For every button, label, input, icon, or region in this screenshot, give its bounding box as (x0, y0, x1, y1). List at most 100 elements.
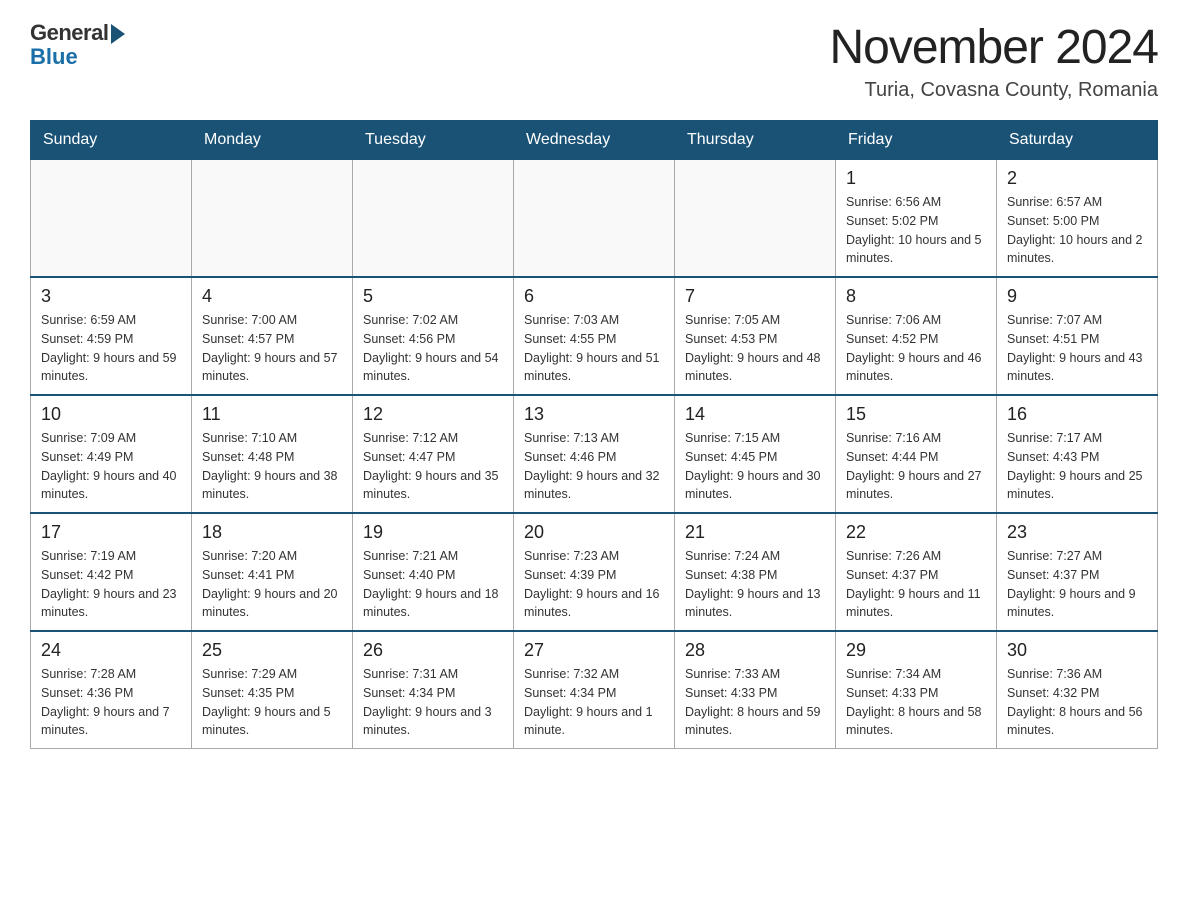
calendar-cell: 21 Sunrise: 7:24 AMSunset: 4:38 PMDayligh… (675, 513, 836, 631)
day-number: 12 (363, 404, 503, 425)
day-info: Sunrise: 7:27 AMSunset: 4:37 PMDaylight:… (1007, 547, 1147, 622)
day-info: Sunrise: 7:33 AMSunset: 4:33 PMDaylight:… (685, 665, 825, 740)
day-number: 21 (685, 522, 825, 543)
day-number: 15 (846, 404, 986, 425)
calendar-cell: 6Sunrise: 7:03 AMSunset: 4:55 PMDaylight… (514, 277, 675, 395)
day-info: Sunrise: 7:05 AMSunset: 4:53 PMDaylight:… (685, 311, 825, 386)
day-info: Sunrise: 7:29 AMSunset: 4:35 PMDaylight:… (202, 665, 342, 740)
day-number: 26 (363, 640, 503, 661)
logo-general-text: General (30, 20, 108, 46)
day-number: 28 (685, 640, 825, 661)
day-info: Sunrise: 7:10 AMSunset: 4:48 PMDaylight:… (202, 429, 342, 504)
day-info: Sunrise: 7:16 AMSunset: 4:44 PMDaylight:… (846, 429, 986, 504)
page-header: General Blue November 2024 Turia, Covasn… (30, 20, 1158, 102)
title-section: November 2024 Turia, Covasna County, Rom… (829, 20, 1158, 102)
day-number: 7 (685, 286, 825, 307)
day-info: Sunrise: 7:13 AMSunset: 4:46 PMDaylight:… (524, 429, 664, 504)
calendar-cell: 10 Sunrise: 7:09 AMSunset: 4:49 PMDayligh… (31, 395, 192, 513)
calendar-cell: 8 Sunrise: 7:06 AMSunset: 4:52 PMDaylight… (836, 277, 997, 395)
day-info: Sunrise: 7:34 AMSunset: 4:33 PMDaylight:… (846, 665, 986, 740)
calendar-header-row: SundayMondayTuesdayWednesdayThursdayFrid… (31, 121, 1158, 160)
day-info: Sunrise: 7:12 AMSunset: 4:47 PMDaylight:… (363, 429, 503, 504)
calendar-cell (353, 160, 514, 278)
day-info: Sunrise: 6:56 AMSunset: 5:02 PMDaylight:… (846, 193, 986, 268)
day-number: 10 (41, 404, 181, 425)
day-number: 14 (685, 404, 825, 425)
day-info: Sunrise: 7:23 AMSunset: 4:39 PMDaylight:… (524, 547, 664, 622)
day-number: 20 (524, 522, 664, 543)
calendar-week-row: 1 Sunrise: 6:56 AMSunset: 5:02 PMDaylight… (31, 160, 1158, 278)
calendar-cell: 26 Sunrise: 7:31 AMSunset: 4:34 PMDayligh… (353, 631, 514, 749)
day-number: 1 (846, 168, 986, 189)
day-number: 17 (41, 522, 181, 543)
day-info: Sunrise: 7:36 AMSunset: 4:32 PMDaylight:… (1007, 665, 1147, 740)
calendar-cell: 24 Sunrise: 7:28 AMSunset: 4:36 PMDayligh… (31, 631, 192, 749)
day-info: Sunrise: 7:28 AMSunset: 4:36 PMDaylight:… (41, 665, 181, 740)
day-of-week-header: Tuesday (353, 121, 514, 160)
calendar-week-row: 17 Sunrise: 7:19 AMSunset: 4:42 PMDayligh… (31, 513, 1158, 631)
day-number: 11 (202, 404, 342, 425)
day-number: 16 (1007, 404, 1147, 425)
calendar-cell: 30 Sunrise: 7:36 AMSunset: 4:32 PMDayligh… (997, 631, 1158, 749)
day-info: Sunrise: 7:15 AMSunset: 4:45 PMDaylight:… (685, 429, 825, 504)
day-number: 22 (846, 522, 986, 543)
calendar-cell: 23Sunrise: 7:27 AMSunset: 4:37 PMDayligh… (997, 513, 1158, 631)
month-title: November 2024 (829, 20, 1158, 75)
day-number: 18 (202, 522, 342, 543)
calendar-cell: 7 Sunrise: 7:05 AMSunset: 4:53 PMDaylight… (675, 277, 836, 395)
calendar-cell: 4Sunrise: 7:00 AMSunset: 4:57 PMDaylight… (192, 277, 353, 395)
day-number: 6 (524, 286, 664, 307)
day-number: 3 (41, 286, 181, 307)
day-info: Sunrise: 7:26 AMSunset: 4:37 PMDaylight:… (846, 547, 986, 622)
calendar-cell: 1 Sunrise: 6:56 AMSunset: 5:02 PMDaylight… (836, 160, 997, 278)
day-number: 29 (846, 640, 986, 661)
calendar-cell: 28 Sunrise: 7:33 AMSunset: 4:33 PMDayligh… (675, 631, 836, 749)
day-info: Sunrise: 7:31 AMSunset: 4:34 PMDaylight:… (363, 665, 503, 740)
day-info: Sunrise: 7:17 AMSunset: 4:43 PMDaylight:… (1007, 429, 1147, 504)
day-info: Sunrise: 7:09 AMSunset: 4:49 PMDaylight:… (41, 429, 181, 504)
day-number: 4 (202, 286, 342, 307)
calendar-cell: 12 Sunrise: 7:12 AMSunset: 4:47 PMDayligh… (353, 395, 514, 513)
logo: General Blue (30, 20, 125, 70)
day-of-week-header: Wednesday (514, 121, 675, 160)
day-number: 13 (524, 404, 664, 425)
calendar-cell: 14 Sunrise: 7:15 AMSunset: 4:45 PMDayligh… (675, 395, 836, 513)
calendar-cell: 3 Sunrise: 6:59 AMSunset: 4:59 PMDaylight… (31, 277, 192, 395)
day-of-week-header: Friday (836, 121, 997, 160)
calendar-cell: 11 Sunrise: 7:10 AMSunset: 4:48 PMDayligh… (192, 395, 353, 513)
calendar-cell: 20 Sunrise: 7:23 AMSunset: 4:39 PMDayligh… (514, 513, 675, 631)
calendar-cell: 19Sunrise: 7:21 AMSunset: 4:40 PMDayligh… (353, 513, 514, 631)
calendar-cell (514, 160, 675, 278)
day-number: 25 (202, 640, 342, 661)
day-of-week-header: Saturday (997, 121, 1158, 160)
calendar-cell (31, 160, 192, 278)
calendar-cell: 25 Sunrise: 7:29 AMSunset: 4:35 PMDayligh… (192, 631, 353, 749)
day-info: Sunrise: 7:06 AMSunset: 4:52 PMDaylight:… (846, 311, 986, 386)
day-number: 30 (1007, 640, 1147, 661)
day-number: 2 (1007, 168, 1147, 189)
calendar-cell: 13 Sunrise: 7:13 AMSunset: 4:46 PMDayligh… (514, 395, 675, 513)
day-info: Sunrise: 7:32 AMSunset: 4:34 PMDaylight:… (524, 665, 664, 740)
calendar-week-row: 3 Sunrise: 6:59 AMSunset: 4:59 PMDaylight… (31, 277, 1158, 395)
day-info: Sunrise: 6:57 AMSunset: 5:00 PMDaylight:… (1007, 193, 1147, 268)
logo-blue-text: Blue (30, 44, 78, 70)
day-number: 9 (1007, 286, 1147, 307)
day-info: Sunrise: 6:59 AMSunset: 4:59 PMDaylight:… (41, 311, 181, 386)
day-of-week-header: Sunday (31, 121, 192, 160)
day-info: Sunrise: 7:24 AMSunset: 4:38 PMDaylight:… (685, 547, 825, 622)
day-number: 24 (41, 640, 181, 661)
logo-arrow-icon (111, 24, 125, 44)
calendar-cell: 29 Sunrise: 7:34 AMSunset: 4:33 PMDayligh… (836, 631, 997, 749)
day-info: Sunrise: 7:21 AMSunset: 4:40 PMDaylight:… (363, 547, 503, 622)
day-number: 27 (524, 640, 664, 661)
day-number: 8 (846, 286, 986, 307)
day-of-week-header: Monday (192, 121, 353, 160)
calendar-week-row: 10 Sunrise: 7:09 AMSunset: 4:49 PMDayligh… (31, 395, 1158, 513)
day-number: 5 (363, 286, 503, 307)
day-info: Sunrise: 7:19 AMSunset: 4:42 PMDaylight:… (41, 547, 181, 622)
calendar-cell: 22 Sunrise: 7:26 AMSunset: 4:37 PMDayligh… (836, 513, 997, 631)
day-info: Sunrise: 7:20 AMSunset: 4:41 PMDaylight:… (202, 547, 342, 622)
calendar-cell (192, 160, 353, 278)
calendar-cell: 5Sunrise: 7:02 AMSunset: 4:56 PMDaylight… (353, 277, 514, 395)
calendar-table: SundayMondayTuesdayWednesdayThursdayFrid… (30, 120, 1158, 749)
